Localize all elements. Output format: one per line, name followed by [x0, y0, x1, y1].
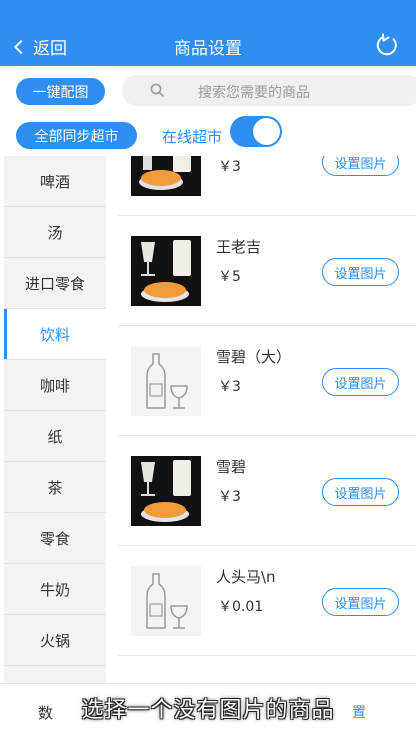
product-photo — [131, 156, 201, 196]
product-item[interactable]: 雪碧 ￥3 设置图片 — [118, 436, 416, 546]
sidebar-item-beer[interactable]: 啤酒 — [4, 156, 106, 207]
product-name: 王老吉 — [216, 238, 262, 256]
product-name: 雪碧（大） — [216, 348, 292, 366]
sidebar-item-drinks[interactable]: 饮料 — [4, 309, 106, 360]
product-placeholder-image — [131, 346, 201, 416]
product-price: ￥3 — [218, 379, 241, 395]
set-image-button[interactable]: 设置图片 — [322, 156, 399, 176]
sidebar-item-coffee[interactable]: 咖啡 — [4, 360, 106, 411]
product-list: ￥3 设置图片 王老吉 ￥5 设置图片 雪碧（大） ￥3 设置图片 雪碧 ￥3 … — [106, 156, 416, 737]
sidebar-item-imported-snacks[interactable]: 进口零食 — [4, 258, 106, 309]
sidebar-item-paper[interactable]: 纸 — [4, 411, 106, 462]
search-placeholder: 搜索您需要的商品 — [198, 85, 310, 101]
toolbar: 一键配图 搜索您需要的商品 全部同步超市 在线超市 — [0, 66, 416, 156]
sidebar-item-milk[interactable]: 牛奶 — [4, 564, 106, 615]
one-key-image-button[interactable]: 一键配图 — [16, 78, 105, 105]
instruction-caption: 选择一个没有图片的商品 — [81, 698, 335, 723]
product-item[interactable]: 王老吉 ￥5 设置图片 — [118, 216, 416, 326]
set-image-button[interactable]: 设置图片 — [322, 588, 399, 616]
product-price: ￥5 — [218, 269, 241, 285]
online-market-toggle[interactable] — [230, 116, 282, 147]
product-photo — [131, 236, 201, 306]
product-price: ￥3 — [218, 489, 241, 505]
product-item[interactable]: 雪碧（大） ￥3 设置图片 — [118, 326, 416, 436]
product-item[interactable]: ￥3 设置图片 — [118, 156, 416, 216]
product-name: 人头马\n — [216, 568, 276, 586]
refresh-icon[interactable] — [374, 33, 400, 59]
sync-all-button[interactable]: 全部同步超市 — [16, 122, 137, 149]
search-input[interactable]: 搜索您需要的商品 — [122, 75, 416, 106]
sidebar-item-tea[interactable]: 茶 — [4, 462, 106, 513]
online-market-label: 在线超市 — [162, 128, 223, 146]
app-header: 返回 商品设置 — [0, 0, 416, 66]
product-price: ￥0.01 — [218, 599, 264, 615]
product-price: ￥3 — [218, 159, 241, 175]
category-sidebar: 啤酒 汤 进口零食 饮料 咖啡 纸 茶 零食 牛奶 火锅 — [4, 156, 106, 737]
set-image-button[interactable]: 设置图片 — [322, 368, 399, 396]
sidebar-item-snacks[interactable]: 零食 — [4, 513, 106, 564]
page-title: 商品设置 — [174, 39, 242, 59]
toggle-knob — [253, 118, 280, 145]
set-image-button[interactable]: 设置图片 — [322, 258, 399, 286]
set-image-button[interactable]: 设置图片 — [322, 478, 399, 506]
sidebar-item-soup[interactable]: 汤 — [4, 207, 106, 258]
product-item[interactable]: 人头马\n ￥0.01 设置图片 — [118, 546, 416, 656]
search-icon — [150, 83, 164, 97]
product-placeholder-image — [131, 566, 201, 636]
sidebar-item-hotpot[interactable]: 火锅 — [4, 615, 106, 666]
product-photo — [131, 456, 201, 526]
product-name: 雪碧 — [216, 458, 247, 476]
